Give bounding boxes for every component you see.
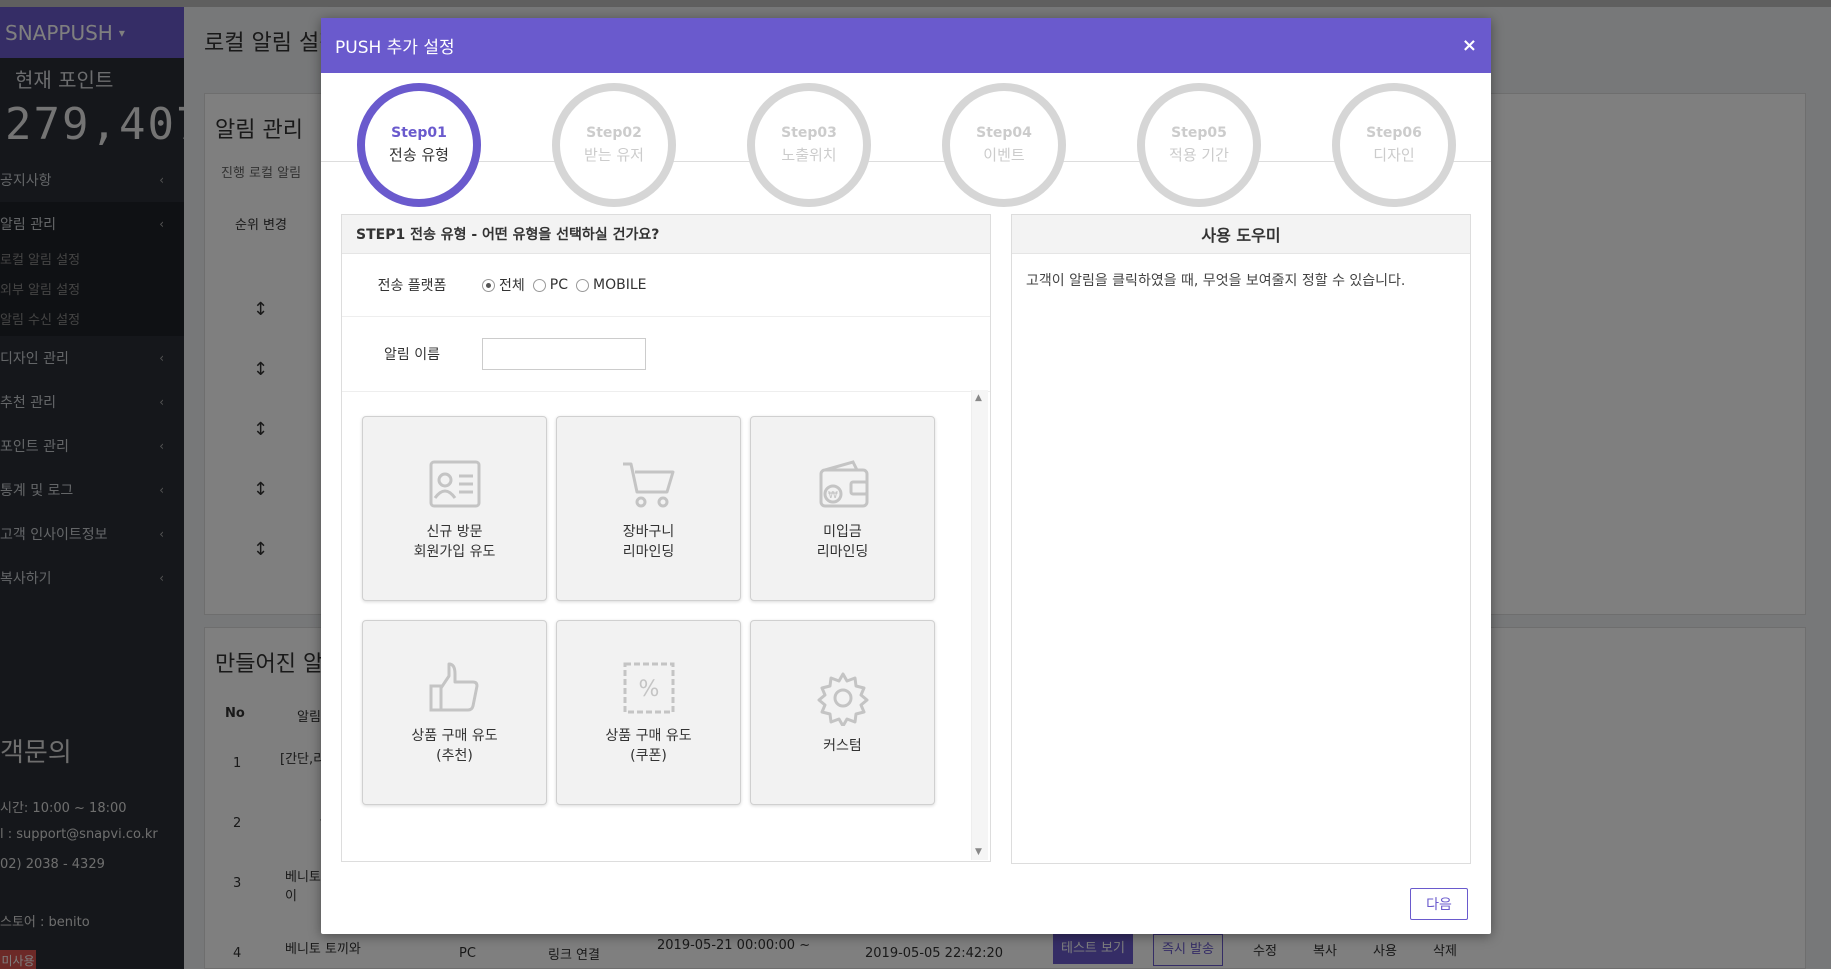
card-line1: 신규 방문: [426, 523, 483, 540]
scrollbar[interactable]: ▲ ▼: [971, 390, 988, 860]
radio-icon: [575, 278, 589, 292]
card-label: 신규 방문회원가입 유도: [414, 522, 496, 562]
platform-label: 전송 플랫폼: [377, 278, 447, 294]
type-card-unpaid[interactable]: ₩ 미입금리마인딩: [750, 416, 935, 601]
card-line1: 커스텀: [823, 737, 862, 754]
scroll-up-icon[interactable]: ▲: [975, 393, 982, 403]
help-title: 사용 도우미: [1012, 215, 1470, 254]
platform-radio-all[interactable]: 전체: [482, 275, 525, 295]
card-label: 상품 구매 유도 (쿠폰): [605, 726, 691, 766]
card-line2: 리마인딩: [816, 543, 869, 560]
radio-label: MOBILE: [592, 277, 647, 293]
thumbs-up-icon: [429, 662, 478, 711]
close-icon[interactable]: ×: [1462, 35, 1477, 56]
step-label: 디자인: [1373, 146, 1415, 164]
push-settings-modal: PUSH 추가 설정 × Step01 전송 유형 Step02 받는 유저 S…: [321, 18, 1491, 934]
type-card-new-visit[interactable]: 신규 방문회원가입 유도: [362, 416, 547, 601]
platform-radio-mobile[interactable]: MOBILE: [575, 277, 647, 293]
step-2[interactable]: Step02 받는 유저: [552, 83, 676, 207]
card-line2: (쿠폰): [630, 747, 667, 764]
card-label: 장바구니리마인딩: [623, 522, 675, 562]
radio-icon: [532, 278, 546, 292]
type-card-cart[interactable]: 장바구니리마인딩: [556, 416, 741, 601]
card-line2: (추천): [436, 747, 473, 764]
radio-selected-icon: [482, 278, 495, 292]
card-line1: 미입금: [823, 523, 862, 540]
alarm-name-label: 알림 이름: [384, 347, 440, 363]
card-label: 미입금리마인딩: [817, 522, 869, 562]
id-card-icon: [429, 460, 480, 507]
cart-icon: [622, 462, 674, 507]
step-number: Step02: [586, 125, 642, 141]
step-number: Step05: [1171, 125, 1227, 141]
radio-label: 전체: [499, 278, 525, 294]
card-line2: 리마인딩: [622, 543, 675, 560]
gear-icon: [817, 672, 868, 726]
step1-form-panel: STEP1 전송 유형 - 어떤 유형을 선택하실 건가요? 전송 플랫폼 전체…: [341, 214, 991, 862]
modal-title: PUSH 추가 설정: [335, 38, 455, 58]
card-line1: 상품 구매 유도: [605, 727, 692, 744]
radio-label: PC: [549, 277, 568, 293]
type-card-scroll-area[interactable]: 신규 방문 회원가입 유도 장바구니 리마인딩 ₩ 미입금 리마인딩 상품 구매…: [342, 390, 988, 860]
svg-text:%: %: [638, 677, 659, 702]
step-connector-line: [321, 161, 1491, 162]
platform-radio-group: 전체 PC MOBILE: [482, 275, 654, 295]
coupon-icon: %: [623, 662, 674, 713]
modal-header: PUSH 추가 설정 ×: [321, 18, 1491, 73]
platform-row: 전송 플랫폼 전체 PC MOBILE: [342, 254, 990, 317]
step-label: 전송 유형: [389, 146, 449, 164]
step-1[interactable]: Step01 전송 유형: [357, 83, 481, 207]
type-card-custom[interactable]: 커스텀: [750, 620, 935, 805]
alarm-name-row: 알림 이름: [342, 317, 990, 392]
platform-radio-pc[interactable]: PC: [532, 277, 568, 293]
card-line2: 회원가입 유도: [413, 543, 496, 560]
step-progress: Step01 전송 유형 Step02 받는 유저 Step03 노출위치 St…: [321, 73, 1491, 223]
wallet-icon: ₩: [819, 459, 868, 507]
step-number: Step04: [976, 125, 1032, 141]
step-4[interactable]: Step04 이벤트: [942, 83, 1066, 207]
card-label: 상품 구매 유도 (추천): [411, 726, 497, 766]
step-number: Step06: [1366, 125, 1422, 141]
alarm-name-input[interactable]: [482, 338, 646, 370]
type-card-recommend[interactable]: 상품 구매 유도 (추천): [362, 620, 547, 805]
step-label: 이벤트: [983, 146, 1025, 164]
next-button[interactable]: 다음: [1410, 888, 1468, 920]
step-label: 적용 기간: [1169, 146, 1229, 164]
help-panel: 사용 도우미 고객이 알림을 클릭하였을 때, 무엇을 보여줄지 정할 수 있습…: [1011, 214, 1471, 864]
step-6[interactable]: Step06 디자인: [1332, 83, 1456, 207]
step-label: 받는 유저: [584, 146, 644, 164]
step-3[interactable]: Step03 노출위치: [747, 83, 871, 207]
svg-text:₩: ₩: [828, 490, 838, 501]
step-5[interactable]: Step05 적용 기간: [1137, 83, 1261, 207]
type-card-coupon[interactable]: % 상품 구매 유도 (쿠폰): [556, 620, 741, 805]
step1-heading: STEP1 전송 유형 - 어떤 유형을 선택하실 건가요?: [342, 215, 990, 254]
card-label: 커스텀: [823, 736, 862, 756]
step-number: Step01: [391, 125, 447, 141]
scroll-down-icon[interactable]: ▼: [975, 847, 982, 857]
card-line1: 장바구니: [622, 523, 675, 540]
step-number: Step03: [781, 125, 837, 141]
card-line1: 상품 구매 유도: [411, 727, 498, 744]
help-text: 고객이 알림을 클릭하였을 때, 무엇을 보여줄지 정할 수 있습니다.: [1026, 273, 1406, 289]
step-label: 노출위치: [781, 146, 837, 164]
